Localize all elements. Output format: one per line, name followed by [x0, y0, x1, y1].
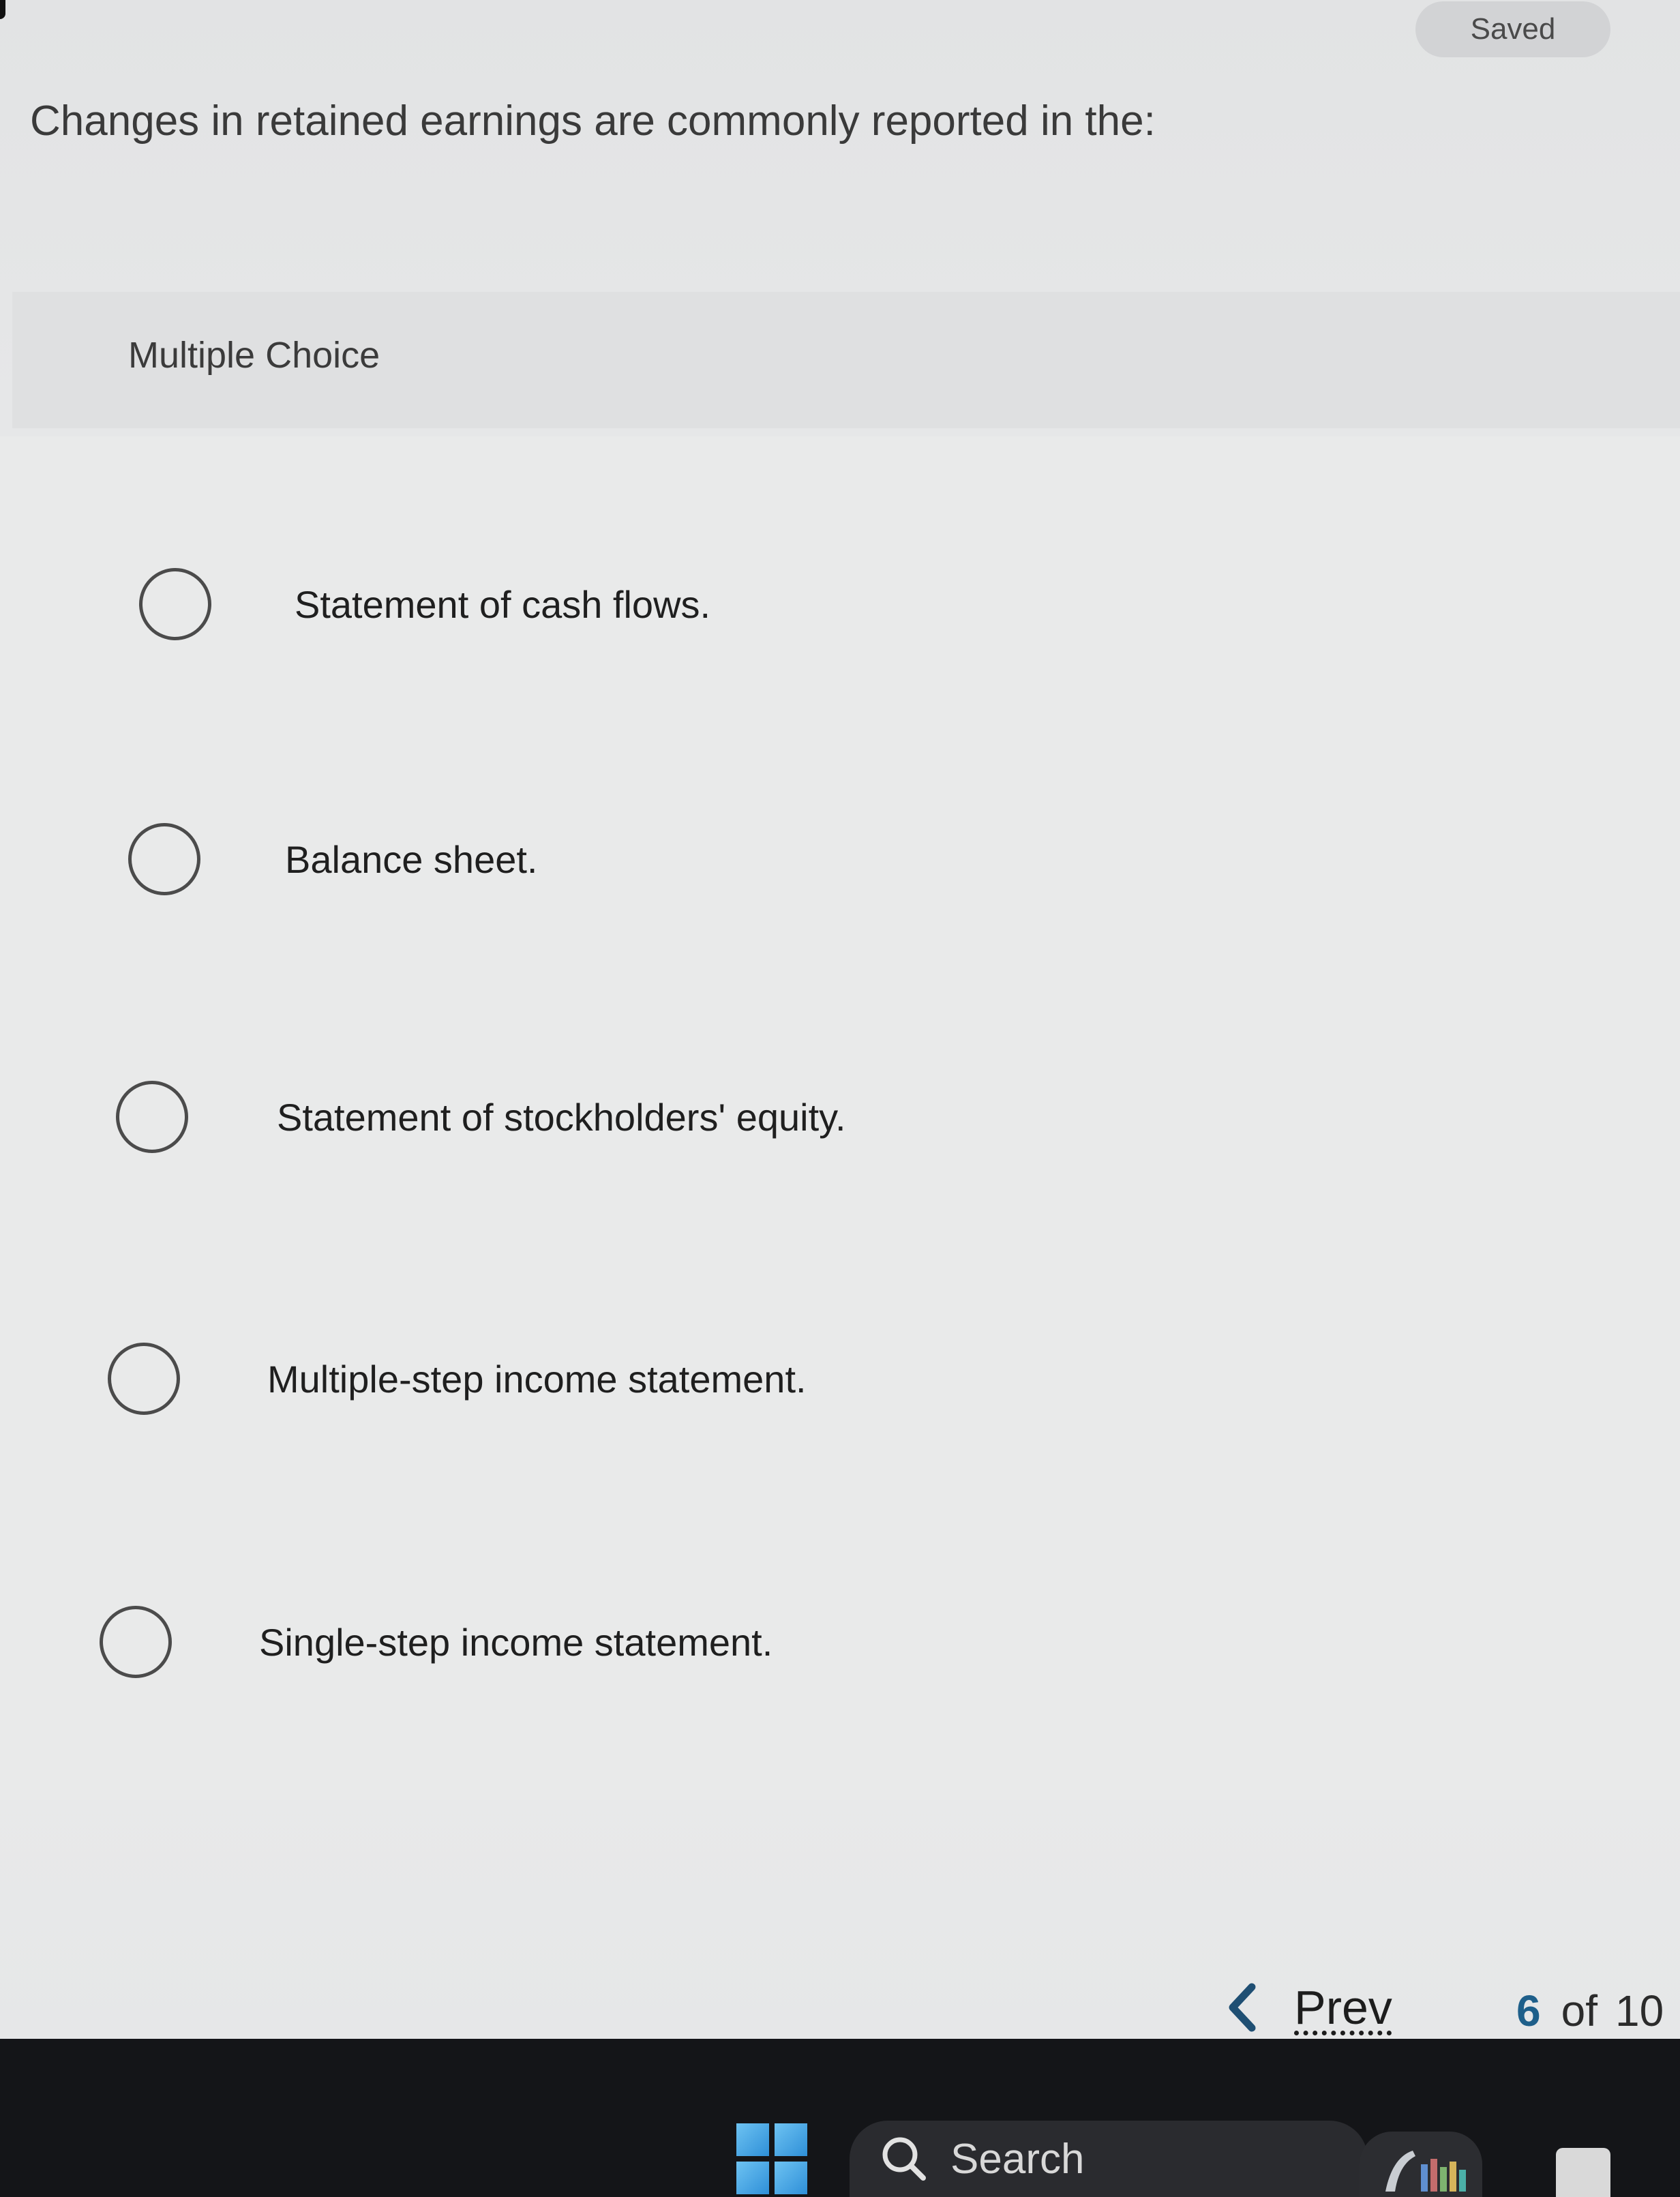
radio-button[interactable]: [100, 1606, 172, 1678]
current-page-number: 6: [1516, 1986, 1541, 2035]
prev-button[interactable]: Prev: [1222, 1980, 1392, 2035]
chevron-left-icon: [1222, 1980, 1263, 2035]
question-type-label: Multiple Choice: [128, 335, 380, 376]
choice-option-4[interactable]: Multiple-step income statement.: [108, 1338, 807, 1420]
radio-button[interactable]: [139, 568, 211, 640]
choice-option-3[interactable]: Statement of stockholders' equity.: [116, 1076, 846, 1158]
radio-button[interactable]: [108, 1343, 180, 1415]
choice-label: Statement of cash flows.: [295, 582, 711, 626]
taskbar-search-label: Search: [950, 2135, 1085, 2183]
choice-option-1[interactable]: Statement of cash flows.: [139, 563, 710, 645]
choice-label: Statement of stockholders' equity.: [277, 1095, 846, 1139]
total-pages-number: 10: [1615, 1986, 1664, 2035]
taskbar-app-button[interactable]: [1556, 2148, 1610, 2197]
saved-status-badge: Saved: [1415, 1, 1610, 57]
question-prompt: Changes in retained earnings are commonl…: [30, 98, 1156, 145]
taskbar-search-box[interactable]: Search: [850, 2121, 1368, 2197]
screen-corner: [0, 0, 5, 19]
choice-label: Balance sheet.: [285, 837, 538, 881]
choice-option-5[interactable]: Single-step income statement.: [100, 1601, 772, 1683]
library-app-icon: [1385, 2151, 1466, 2192]
search-icon: [877, 2132, 931, 2186]
radio-button[interactable]: [116, 1081, 188, 1153]
choice-label: Single-step income statement.: [259, 1620, 773, 1664]
page-counter: 6 of 10: [1516, 1986, 1664, 2036]
choice-label: Multiple-step income statement.: [267, 1357, 807, 1401]
taskbar-app-button[interactable]: [1360, 2132, 1482, 2197]
windows-logo-icon[interactable]: [736, 2123, 807, 2194]
choice-option-2[interactable]: Balance sheet.: [128, 818, 537, 900]
radio-button[interactable]: [128, 823, 200, 895]
saved-status-label: Saved: [1470, 12, 1556, 46]
prev-label: Prev: [1294, 1981, 1392, 2034]
page-of-label: of: [1561, 1986, 1597, 2035]
